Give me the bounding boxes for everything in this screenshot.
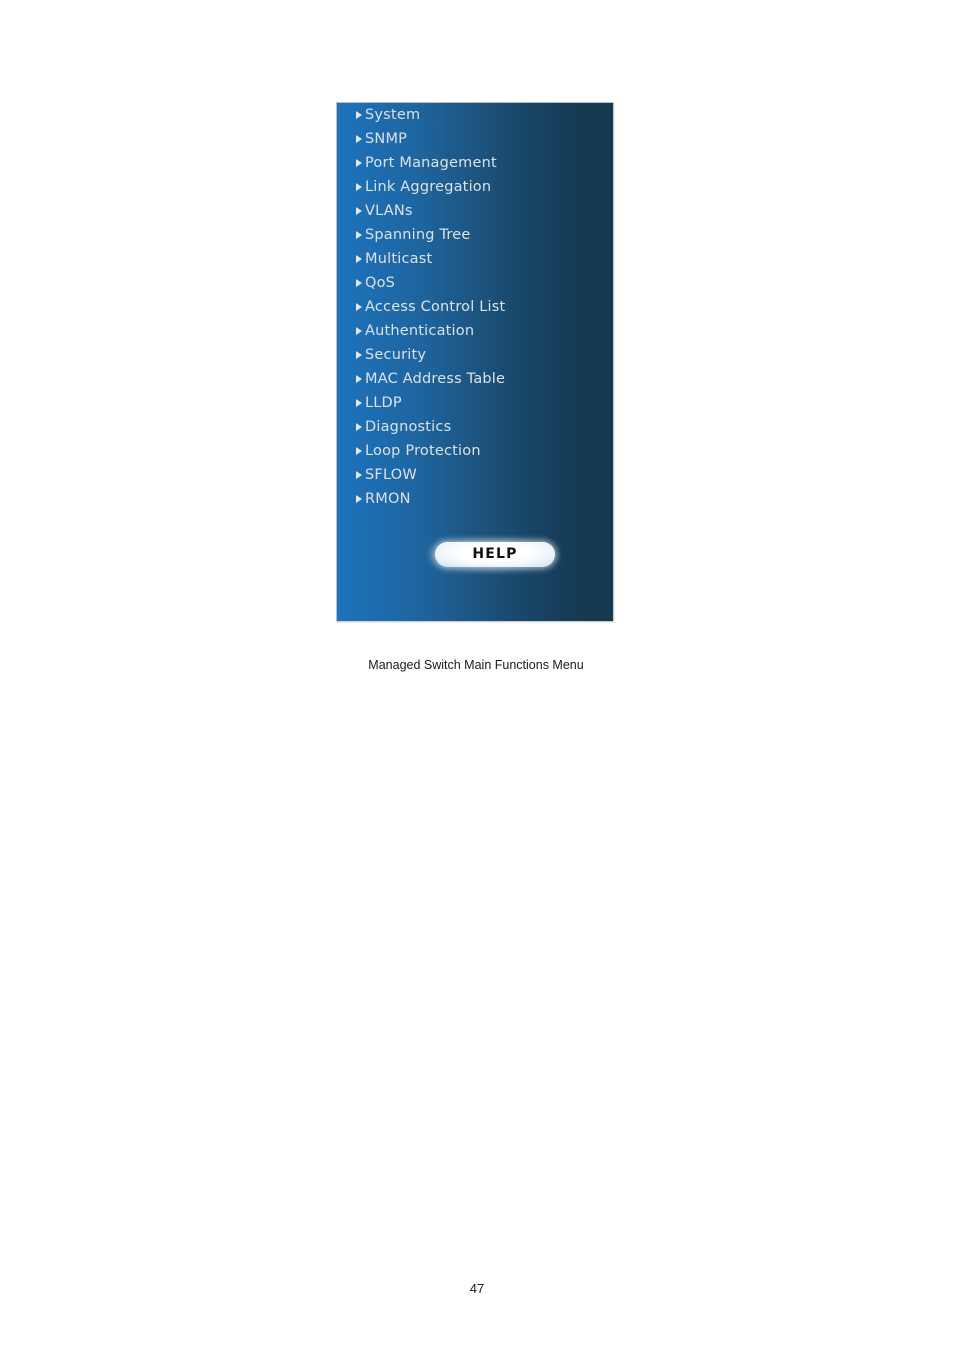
menu-item-label: QoS <box>365 275 396 291</box>
triangle-right-icon <box>356 182 362 191</box>
triangle-right-icon <box>356 134 362 143</box>
triangle-right-icon <box>356 374 362 383</box>
page-number: 47 <box>469 1281 485 1296</box>
menu-item-vlans[interactable]: VLANs <box>337 199 613 223</box>
menu-item-loop-protection[interactable]: Loop Protection <box>337 439 613 463</box>
menu-item-label: Access Control List <box>365 299 506 315</box>
menu-item-label: Diagnostics <box>365 419 452 435</box>
triangle-right-icon <box>356 302 362 311</box>
menu-item-link-aggregation[interactable]: Link Aggregation <box>337 175 613 199</box>
menu-item-security[interactable]: Security <box>337 343 613 367</box>
triangle-right-icon <box>356 206 362 215</box>
menu-item-label: Link Aggregation <box>365 179 492 195</box>
menu-item-label: Security <box>365 347 427 363</box>
figure-caption: Managed Switch Main Functions Menu <box>368 658 584 672</box>
menu-item-access-control-list[interactable]: Access Control List <box>337 295 613 319</box>
menu-item-label: SFLOW <box>365 467 417 483</box>
triangle-right-icon <box>356 494 362 503</box>
menu-item-spanning-tree[interactable]: Spanning Tree <box>337 223 613 247</box>
menu-item-system[interactable]: System <box>337 103 613 127</box>
menu-item-label: Loop Protection <box>365 443 481 459</box>
menu-item-label: Spanning Tree <box>365 227 471 243</box>
triangle-right-icon <box>356 230 362 239</box>
menu-item-port-management[interactable]: Port Management <box>337 151 613 175</box>
help-button-container: HELP <box>337 533 615 577</box>
help-button[interactable]: HELP <box>435 542 555 567</box>
menu-item-diagnostics[interactable]: Diagnostics <box>337 415 613 439</box>
menu-item-label: System <box>365 107 421 123</box>
menu-item-authentication[interactable]: Authentication <box>337 319 613 343</box>
menu-item-mac-address-table[interactable]: MAC Address Table <box>337 367 613 391</box>
menu-item-lldp[interactable]: LLDP <box>337 391 613 415</box>
triangle-right-icon <box>356 254 362 263</box>
triangle-right-icon <box>356 110 362 119</box>
triangle-right-icon <box>356 470 362 479</box>
menu-item-qos[interactable]: QoS <box>337 271 613 295</box>
menu-item-label: Multicast <box>365 251 433 267</box>
menu-item-rmon[interactable]: RMON <box>337 487 613 511</box>
menu-item-label: VLANs <box>365 203 413 219</box>
triangle-right-icon <box>356 422 362 431</box>
menu-item-label: RMON <box>365 491 411 507</box>
menu-item-label: LLDP <box>365 395 402 411</box>
triangle-right-icon <box>356 446 362 455</box>
menu-item-label: Authentication <box>365 323 475 339</box>
triangle-right-icon <box>356 398 362 407</box>
menu-item-label: SNMP <box>365 131 408 147</box>
triangle-right-icon <box>356 278 362 287</box>
main-functions-menu-panel: System SNMP Port Management Link Aggregatio… <box>336 102 614 622</box>
menu-item-label: MAC Address Table <box>365 371 506 387</box>
menu-item-multicast[interactable]: Multicast <box>337 247 613 271</box>
menu-item-snmp[interactable]: SNMP <box>337 127 613 151</box>
triangle-right-icon <box>356 326 362 335</box>
triangle-right-icon <box>356 350 362 359</box>
figure-managed-switch-menu: System SNMP Port Management Link Aggregatio… <box>336 102 616 624</box>
menu-item-sflow[interactable]: SFLOW <box>337 463 613 487</box>
menu-item-label: Port Management <box>365 155 497 171</box>
triangle-right-icon <box>356 158 362 167</box>
main-functions-menu-list: System SNMP Port Management Link Aggregatio… <box>337 103 613 511</box>
